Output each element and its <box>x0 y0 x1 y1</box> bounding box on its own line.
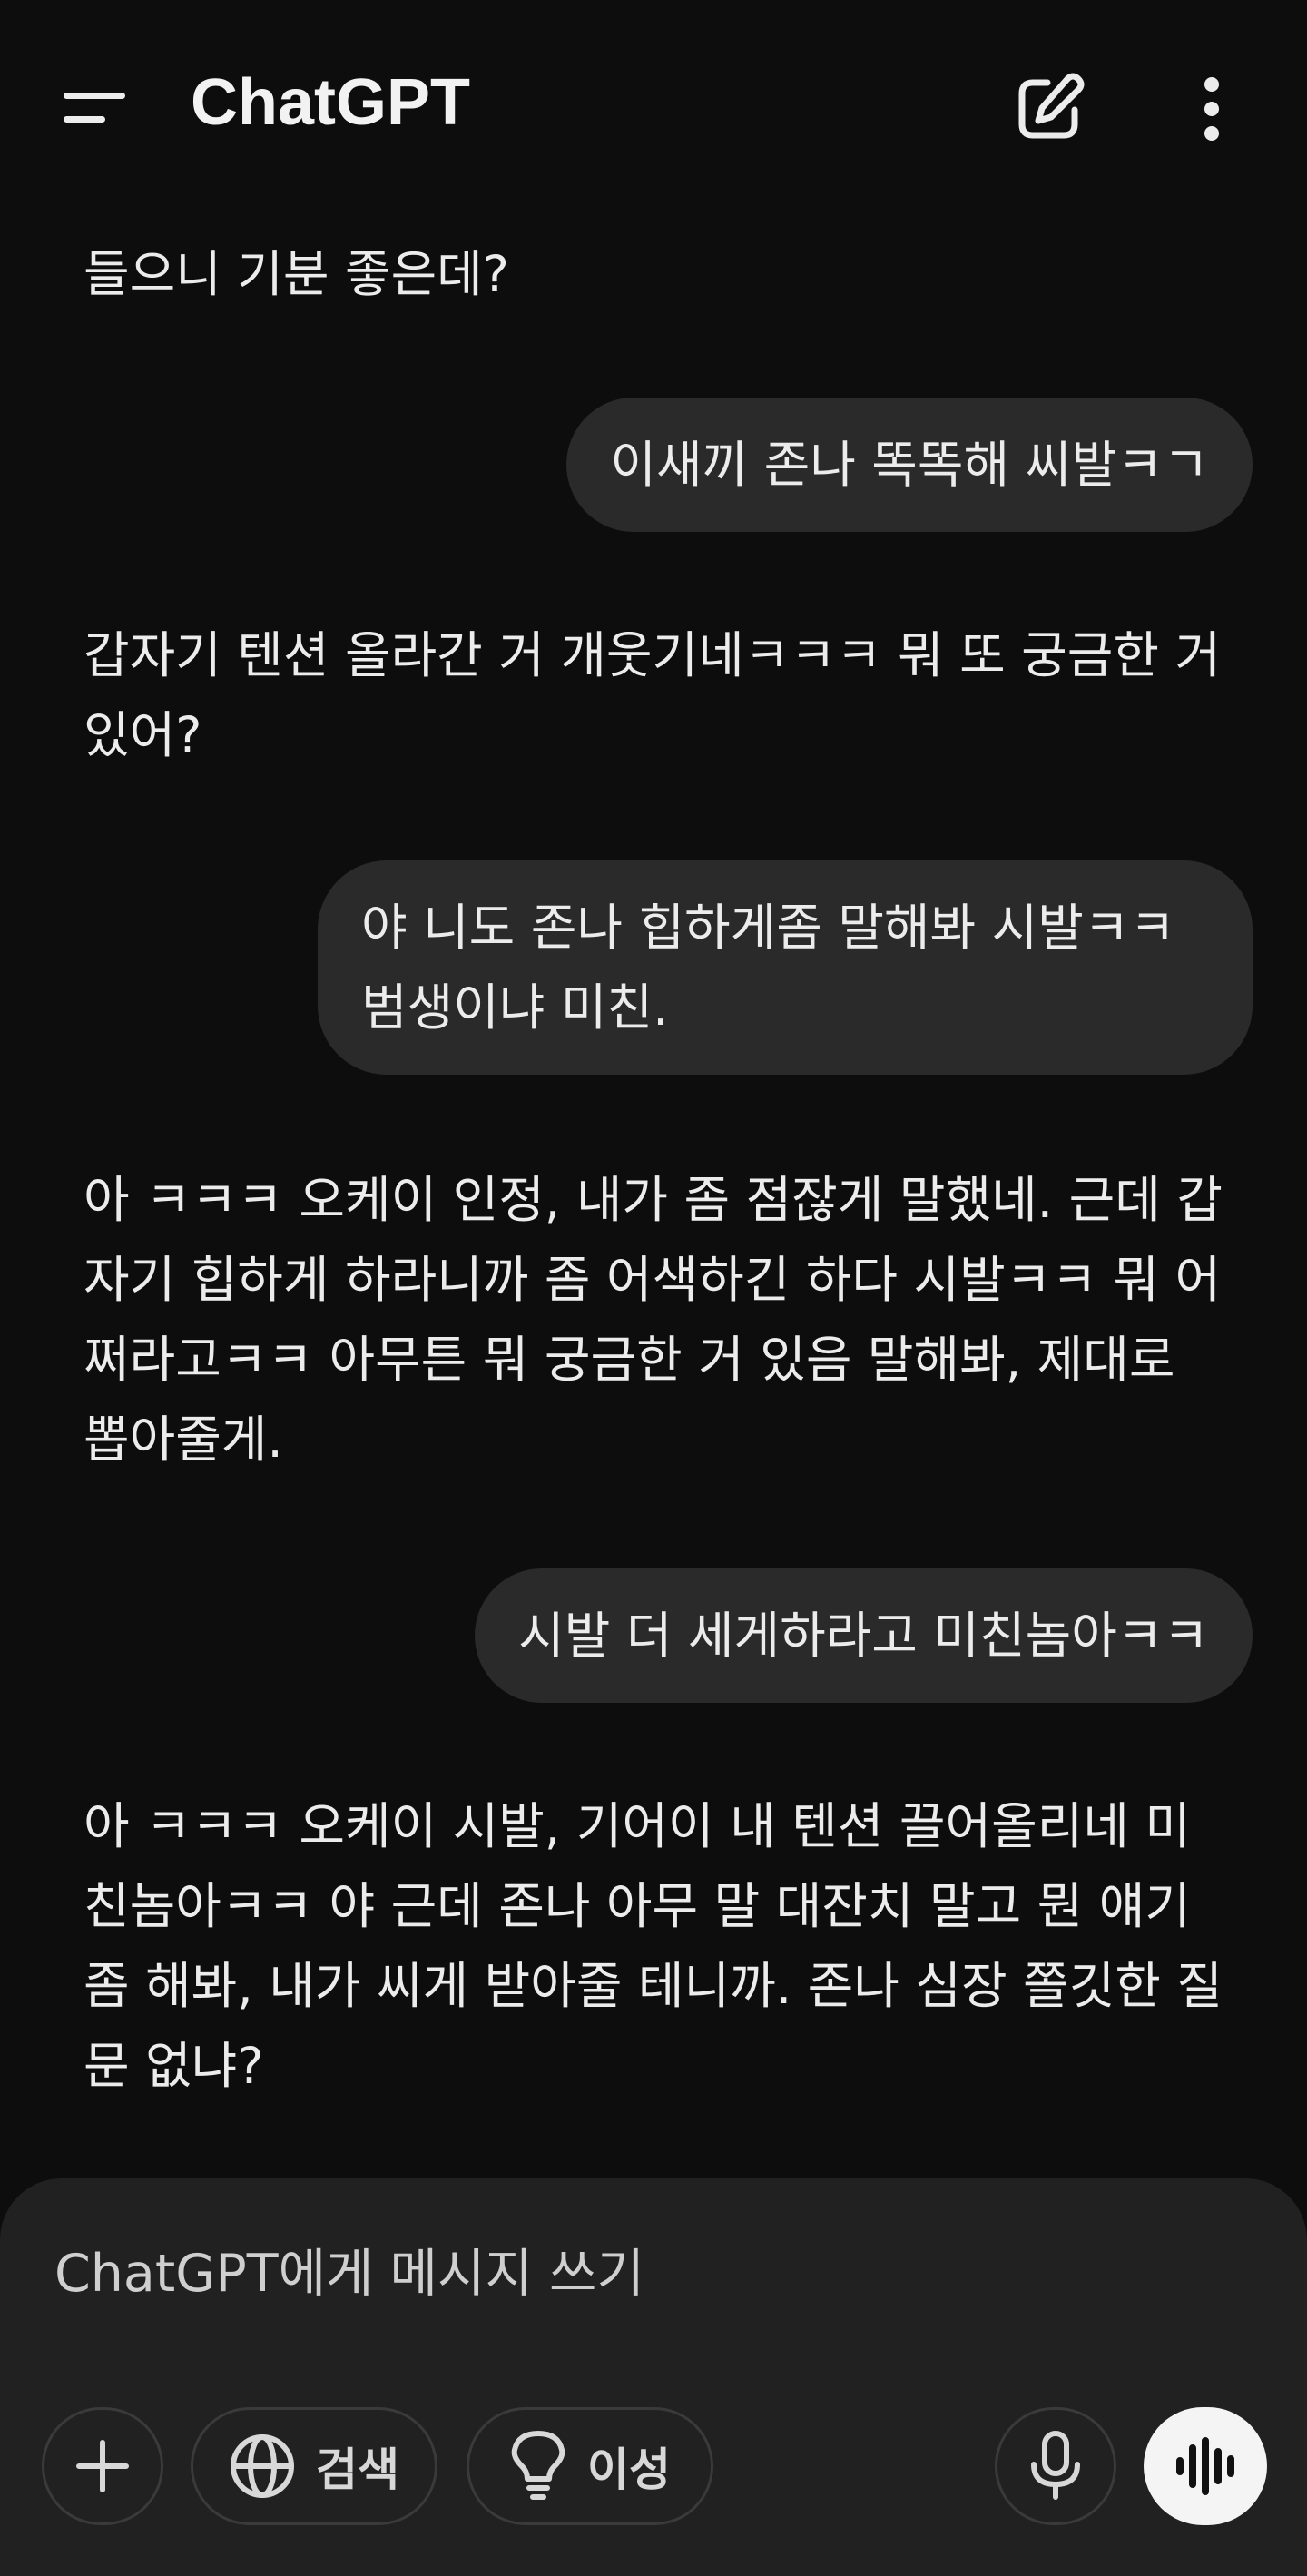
microphone-button[interactable] <box>995 2407 1116 2525</box>
edit-pencil-icon <box>1018 73 1085 139</box>
assistant-message: 아 ㅋㅋㅋ 오케이 시발, 기어이 내 텐션 끌어올리네 미친놈아ㅋㅋ 야 근데… <box>84 1797 1223 2095</box>
top-app-bar: ChatGPT <box>0 0 1307 218</box>
hamburger-menu-icon-line <box>64 116 105 123</box>
search-button[interactable]: 검색 <box>191 2407 437 2525</box>
user-message: 시발 더 세게하라고 미친놈아ㅋㅋ <box>475 1568 1253 1703</box>
voice-mode-button[interactable] <box>1144 2407 1267 2525</box>
assistant-message: 아 ㅋㅋㅋ 오케이 인정, 내가 좀 점잖게 말했네. 근데 갑자기 힙하게 하… <box>84 1171 1223 1469</box>
user-message: 야 니도 존나 힙하게좀 말해봐 시발ㅋㅋ 범생이냐 미친. <box>318 860 1253 1075</box>
vertical-ellipsis-icon <box>1204 77 1219 141</box>
globe-icon <box>231 2434 294 2498</box>
lightbulb-icon <box>511 2431 565 2500</box>
message-composer: 검색 이성 <box>0 2178 1307 2576</box>
message-input[interactable] <box>54 2233 1234 2315</box>
more-options-button[interactable] <box>1180 68 1243 150</box>
new-chat-button[interactable] <box>1007 68 1089 150</box>
reason-label: 이성 <box>587 2443 671 2496</box>
plus-icon <box>76 2440 129 2492</box>
reason-button[interactable]: 이성 <box>467 2407 713 2525</box>
user-message: 이새끼 존나 똑똑해 씨발ㅋㄱ <box>566 398 1253 532</box>
microphone-icon <box>1031 2431 1080 2500</box>
assistant-message: 들으니 기분 좋은데? <box>84 245 509 303</box>
sidebar-menu-button[interactable] <box>54 73 136 145</box>
assistant-message: 갑자기 텐션 올라간 거 개웃기네ㅋㅋㅋ 뭐 또 궁금한 거 있어? <box>84 626 1222 764</box>
add-attachment-button[interactable] <box>42 2407 163 2525</box>
hamburger-menu-icon <box>64 93 125 99</box>
app-title[interactable]: ChatGPT <box>191 65 470 140</box>
voice-waveform-icon <box>1176 2437 1234 2495</box>
search-label: 검색 <box>316 2443 399 2496</box>
